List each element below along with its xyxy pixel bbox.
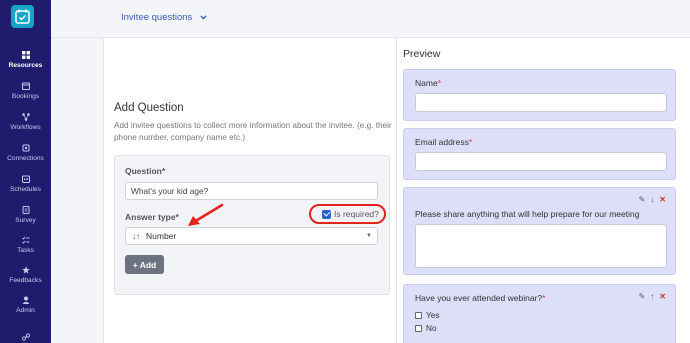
calendar-icon	[21, 82, 30, 90]
sort-numeric-icon: ↓↑	[132, 231, 140, 241]
plus-icon: +	[132, 259, 138, 270]
preview-field-notes: ✎ ↓ ✕ Please share anything that will he…	[403, 187, 676, 275]
option-yes[interactable]: Yes	[415, 310, 440, 320]
answer-type-select[interactable]: ↓↑ Number ▼	[125, 227, 378, 245]
add-question-title: Add Question	[114, 102, 184, 114]
sidebar-item-label: Workflows	[10, 124, 41, 131]
plug-icon	[22, 144, 29, 152]
sidebar-item-workflows[interactable]: Workflows	[0, 113, 51, 131]
required-star: *	[468, 137, 473, 147]
field-label-text: Email address	[415, 137, 469, 147]
sidebar-item-link[interactable]	[0, 333, 51, 343]
field-tools: ✎ ↓ ✕	[639, 195, 666, 204]
add-button[interactable]: + Add	[125, 255, 164, 274]
delete-icon[interactable]: ✕	[659, 195, 666, 204]
required-star: *	[175, 212, 179, 222]
field-label: Have you ever attended webinar?*	[415, 293, 545, 303]
workflow-icon	[21, 113, 30, 121]
sidebar: Resources Bookings Workflows Connections…	[0, 0, 51, 343]
field-label: Email address*	[415, 137, 472, 147]
admin-icon	[22, 296, 29, 304]
section-dropdown[interactable]: Invitee questions	[121, 12, 208, 23]
add-question-description: Add invitee questions to collect more in…	[114, 121, 392, 142]
sidebar-item-schedules[interactable]: Schedules	[0, 175, 51, 193]
field-label-text: Name	[415, 78, 438, 88]
option-checkbox[interactable]	[415, 311, 422, 319]
notes-textarea[interactable]	[415, 224, 667, 268]
sidebar-item-admin[interactable]: Admin	[0, 296, 51, 314]
pencil-icon[interactable]: ✎	[639, 195, 646, 204]
option-no[interactable]: No	[415, 323, 437, 333]
tasks-icon	[21, 236, 29, 244]
answer-type-label-text: Answer type	[125, 212, 176, 222]
pencil-icon[interactable]: ✎	[639, 292, 646, 301]
name-input[interactable]	[415, 93, 667, 112]
required-star: *	[542, 293, 546, 303]
preview-field-webinar: ✎ ↑ ✕ Have you ever attended webinar?* Y…	[403, 284, 676, 343]
sidebar-item-label: Schedules	[10, 186, 41, 193]
sidebar-item-bookings[interactable]: Bookings	[0, 82, 51, 100]
question-input[interactable]: What's your kid age?	[125, 182, 378, 200]
sidebar-item-resources[interactable]: Resources	[0, 51, 51, 69]
sidebar-item-label: Admin	[16, 307, 35, 314]
sidebar-item-survey[interactable]: Survey	[0, 206, 51, 224]
sidebar-item-label: Feedbacks	[9, 277, 42, 284]
sidebar-item-tasks[interactable]: Tasks	[0, 236, 51, 254]
add-button-label: Add	[139, 259, 157, 270]
answer-type-label: Answer type*	[125, 212, 179, 222]
email-input[interactable]	[415, 152, 667, 171]
sidebar-item-label: Bookings	[11, 93, 40, 100]
calendar-check-icon	[15, 9, 30, 24]
option-label: No	[426, 323, 437, 333]
annotation-arrow-icon	[188, 203, 224, 226]
question-label: Question*	[125, 166, 166, 176]
field-label: Name*	[415, 78, 441, 88]
sidebar-item-label: Resources	[8, 62, 43, 69]
delete-icon[interactable]: ✕	[659, 292, 666, 301]
sidebar-item-label: Tasks	[17, 247, 34, 254]
option-checkbox[interactable]	[415, 324, 422, 332]
sidebar-item-feedbacks[interactable]: Feedbacks	[0, 266, 51, 284]
preview-field-name: Name*	[403, 69, 676, 121]
field-tools: ✎ ↑ ✕	[639, 292, 666, 301]
link-icon	[21, 333, 30, 341]
arrow-up-icon[interactable]: ↑	[650, 292, 654, 301]
field-label: Please share anything that will help pre…	[415, 209, 640, 219]
preview-field-email: Email address*	[403, 128, 676, 180]
answer-type-value: Number	[146, 231, 177, 241]
sidebar-item-label: Survey	[15, 217, 36, 224]
question-form-box	[114, 155, 390, 295]
grid-icon	[21, 51, 30, 59]
preview-title: Preview	[403, 48, 441, 60]
section-dropdown-label: Invitee questions	[121, 12, 193, 23]
sidebar-item-label: Connections	[7, 155, 44, 162]
chevron-down-icon	[200, 15, 208, 20]
caret-down-icon: ▼	[366, 233, 372, 239]
field-label-text: Have you ever attended webinar?	[415, 293, 543, 303]
star-icon	[21, 266, 30, 274]
app-logo[interactable]	[11, 5, 34, 28]
schedule-icon	[21, 175, 30, 183]
survey-icon	[22, 206, 29, 214]
arrow-down-icon[interactable]: ↓	[650, 195, 654, 204]
option-label: Yes	[426, 310, 440, 320]
annotation-ellipse	[309, 204, 386, 224]
sidebar-item-connections[interactable]: Connections	[0, 144, 51, 162]
required-star: *	[437, 78, 441, 88]
